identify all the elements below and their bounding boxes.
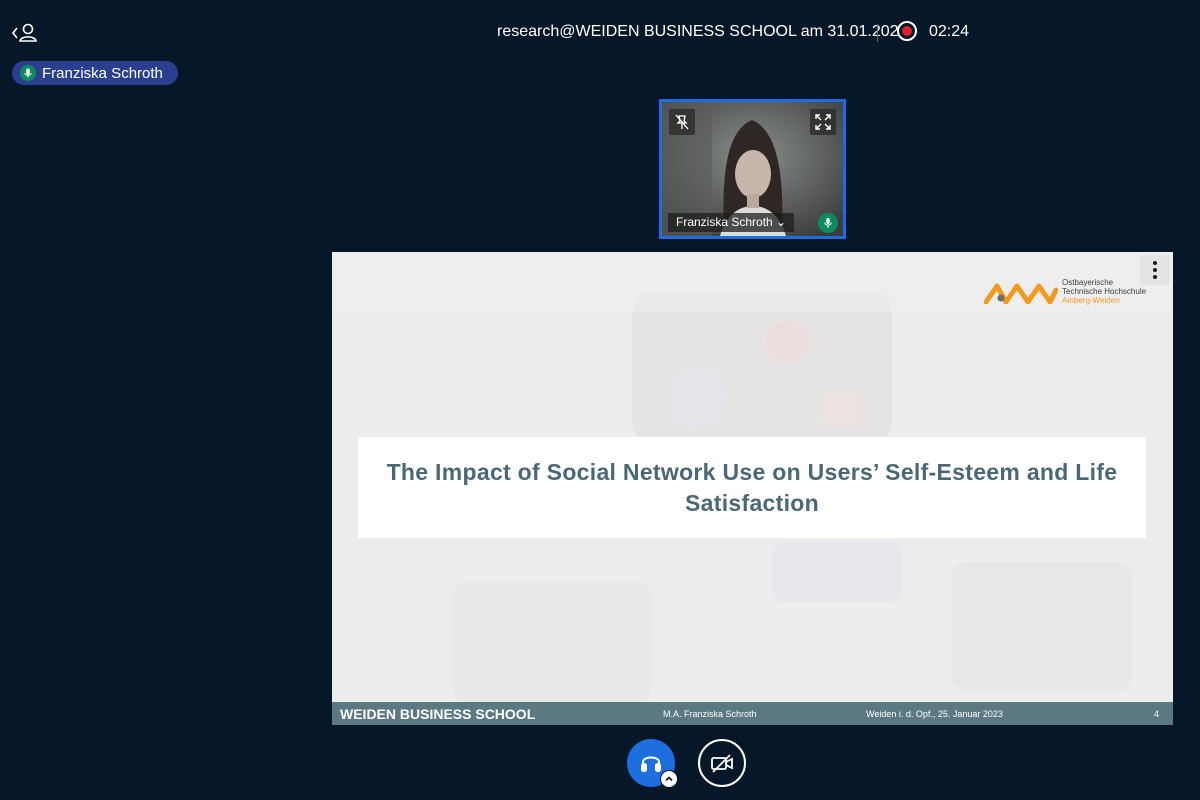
meeting-header: research@WEIDEN BUSINESS SCHOOL am 31.01… xyxy=(0,20,1200,46)
university-logo: Ostbayerische Technische Hochschule Ambe… xyxy=(984,276,1149,306)
audio-options-button[interactable] xyxy=(660,770,678,788)
meeting-app: research@WEIDEN BUSINESS SCHOOL am 31.01… xyxy=(0,0,1200,800)
webcam-tile[interactable]: Franziska Schroth ⌄ xyxy=(659,99,846,239)
footer-school: WEIDEN BUSINESS SCHOOL xyxy=(340,706,536,722)
headphones-icon xyxy=(641,756,661,772)
slide-footer: WEIDEN BUSINESS SCHOOL M.A. Franziska Sc… xyxy=(332,702,1173,725)
footer-date: Weiden i. d. Opf., 25. Januar 2023 xyxy=(866,709,1003,719)
slide-title-box: The Impact of Social Network Use on User… xyxy=(358,437,1146,538)
video-button[interactable] xyxy=(698,739,746,787)
logo-line-1: Ostbayerische xyxy=(1062,278,1114,287)
record-dot-icon[interactable] xyxy=(897,21,917,41)
header-divider xyxy=(877,24,878,42)
recording-timer: 02:24 xyxy=(929,23,970,40)
footer-author: M.A. Franziska Schroth xyxy=(663,709,757,719)
microphone-icon xyxy=(20,65,36,81)
video-off-icon xyxy=(711,754,733,773)
footer-page-number: 4 xyxy=(1153,709,1159,719)
pin-off-icon[interactable] xyxy=(669,109,695,135)
talking-indicator[interactable]: Franziska Schroth xyxy=(12,61,178,85)
webcam-participant-name[interactable]: Franziska Schroth ⌄ xyxy=(668,213,795,232)
meeting-title: research@WEIDEN BUSINESS SCHOOL am 31.01… xyxy=(497,23,908,40)
microphone-icon xyxy=(818,213,838,233)
logo-line-2: Technische Hochschule xyxy=(1062,287,1147,296)
chevron-up-icon xyxy=(665,776,673,782)
presentation-area: Ostbayerische Technische Hochschule Ambe… xyxy=(332,252,1173,725)
oth-logo-icon xyxy=(984,283,1058,304)
logo-line-3: Amberg-Weiden xyxy=(1062,296,1120,305)
slide-title: The Impact of Social Network Use on User… xyxy=(386,458,1118,516)
university-name: Ostbayerische Technische Hochschule Ambe… xyxy=(1062,278,1146,305)
talker-name: Franziska Schroth xyxy=(42,64,163,82)
fullscreen-icon[interactable] xyxy=(810,109,836,135)
